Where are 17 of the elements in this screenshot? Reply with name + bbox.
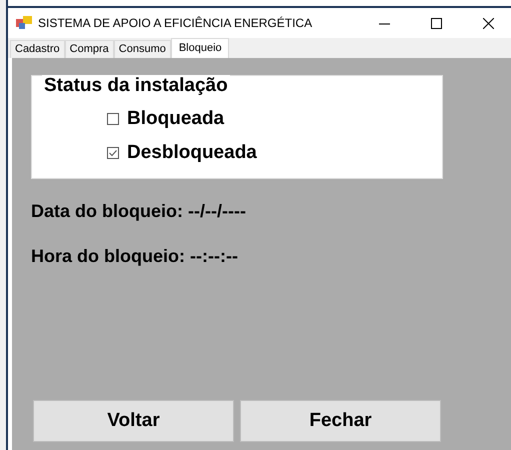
info-label: Data do bloqueio: --/--/---- <box>31 201 247 222</box>
window-title: SISTEMA DE APOIO A EFICIÊNCIA ENERGÉTICA <box>38 16 314 30</box>
tab[interactable]: Consumo <box>114 40 171 58</box>
checkbox[interactable] <box>107 113 119 125</box>
info-label: Hora do bloqueio: --:--:-- <box>31 246 239 267</box>
action-button[interactable]: Fechar <box>240 400 441 442</box>
app-icon <box>16 16 32 30</box>
group-title: Status da instalação <box>42 75 230 97</box>
tab[interactable]: Cadastro <box>10 40 65 58</box>
checkbox-label: Desbloqueada <box>127 142 257 164</box>
checkbox[interactable] <box>107 147 119 159</box>
checkbox-label: Bloqueada <box>127 108 224 130</box>
maximize-icon[interactable] <box>430 18 442 28</box>
tab[interactable]: Bloqueio <box>170 38 229 58</box>
action-button[interactable]: Voltar <box>33 400 234 442</box>
tab[interactable]: Compra <box>64 40 114 58</box>
close-icon[interactable] <box>482 18 494 28</box>
